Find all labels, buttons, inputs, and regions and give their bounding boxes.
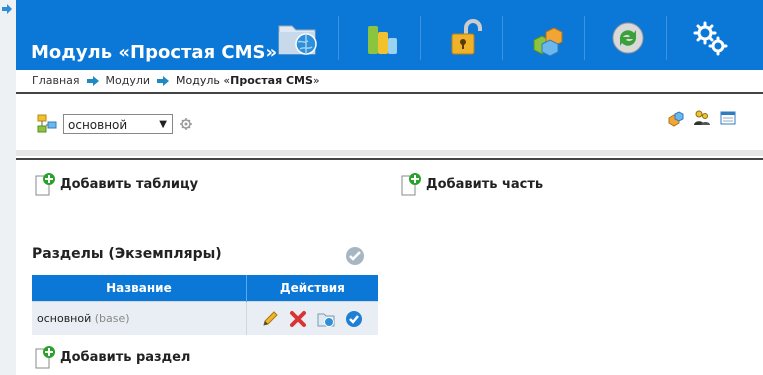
window-icon[interactable] [719, 109, 737, 127]
left-strip [0, 0, 16, 375]
table-header-row: Название Действия [32, 275, 378, 302]
section-actions-cell [245, 301, 378, 335]
toolbar-divider-panel [16, 150, 763, 156]
add-table-label: Добавить таблицу [60, 176, 199, 192]
breadcrumb-current-prefix: Модуль « [176, 74, 231, 87]
refresh-icon [612, 22, 644, 54]
chevron-down-icon: ▼ [159, 119, 167, 130]
delete-icon[interactable] [289, 310, 307, 328]
header-separator [666, 16, 667, 60]
bars-button[interactable] [358, 14, 406, 62]
add-section-label: Добавить раздел [60, 349, 191, 365]
breadcrumb: Главная Модули Модуль «Простая CMS» [16, 70, 763, 94]
main-content: Добавить таблицу Добавить часть Разделы … [16, 160, 763, 375]
table-row: основной (base) [32, 301, 378, 335]
add-document-icon [35, 173, 55, 196]
gear-icon[interactable] [179, 117, 193, 131]
section-select[interactable]: основной ▼ [63, 114, 173, 134]
add-section-link[interactable]: Добавить раздел [34, 345, 190, 369]
add-part-label: Добавить часть [426, 176, 544, 192]
breadcrumb-modules[interactable]: Модули [106, 70, 151, 92]
sections-title: Разделы (Экземпляры) [32, 246, 222, 262]
breadcrumb-arrow-icon [157, 76, 170, 86]
add-part-link[interactable]: Добавить часть [400, 172, 543, 196]
section-name: основной [37, 312, 92, 325]
breadcrumb-arrow-icon [86, 76, 99, 86]
column-header-name: Название [32, 275, 247, 302]
add-document-icon [401, 173, 421, 196]
check-circle-icon[interactable] [345, 310, 363, 328]
section-name-cell: основной (base) [32, 301, 247, 335]
padlock-button[interactable] [440, 14, 488, 62]
edit-pencil-icon[interactable] [261, 310, 279, 328]
header-separator [338, 16, 339, 60]
section-tag: (base) [94, 312, 130, 325]
boxes-icon [533, 27, 563, 57]
bars-icon [368, 26, 397, 54]
folder-globe-small-icon[interactable] [317, 310, 335, 328]
gears-icon [693, 21, 728, 56]
header-separator [502, 16, 503, 60]
sections-table: Название Действия основной (base) [32, 275, 378, 335]
column-header-actions: Действия [246, 275, 378, 302]
boxes-button[interactable] [522, 14, 570, 62]
modules-icon[interactable] [667, 109, 685, 127]
folder-globe-button[interactable] [274, 14, 322, 62]
users-icon[interactable] [693, 109, 711, 127]
section-select-value: основной [68, 118, 128, 132]
header-separator [584, 16, 585, 60]
add-document-icon [35, 346, 55, 369]
collapse-arrow-icon[interactable] [1, 3, 13, 15]
check-icon[interactable] [345, 246, 365, 266]
add-table-link[interactable]: Добавить таблицу [34, 172, 198, 196]
breadcrumb-home[interactable]: Главная [32, 70, 80, 92]
padlock-icon [451, 19, 482, 55]
breadcrumb-current: Модуль «Простая CMS» [176, 70, 320, 92]
header: Модуль «Простая CMS» [16, 0, 763, 70]
folder-globe-icon [278, 25, 317, 55]
toolbar: основной ▼ [16, 94, 763, 160]
settings-button[interactable] [686, 14, 734, 62]
header-separator [420, 16, 421, 60]
breadcrumb-current-name: Простая CMS [230, 74, 313, 87]
sections-tree-icon [37, 114, 57, 133]
refresh-button[interactable] [604, 14, 652, 62]
breadcrumb-current-suffix: » [312, 74, 320, 87]
page-title: Модуль «Простая CMS» [31, 42, 278, 63]
